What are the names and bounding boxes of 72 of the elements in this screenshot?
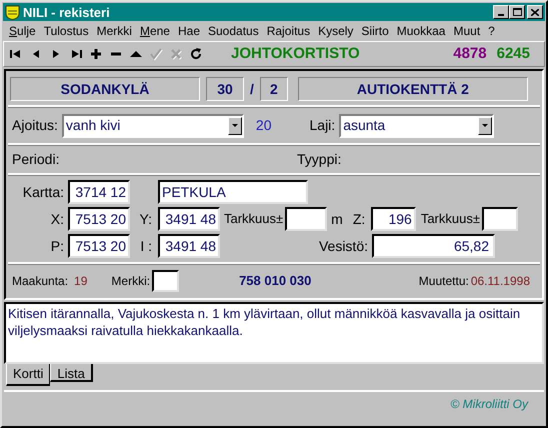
field-label: Periodi:: [12, 150, 60, 169]
close-button[interactable]: [527, 5, 543, 19]
refresh-icon: [188, 47, 202, 61]
municipality-field: SODANKYLÄ: [10, 77, 200, 101]
number-field: 30: [206, 77, 244, 101]
field-label: Merkki:: [111, 272, 150, 290]
map-sheet-field[interactable]: 3714 12: [68, 180, 130, 204]
menu-item[interactable]: Mene: [136, 25, 174, 37]
close-icon: [531, 8, 539, 16]
field-label: Maakunta:: [12, 272, 68, 290]
menu-item[interactable]: ?: [484, 25, 499, 37]
field-label: Laji:: [310, 116, 336, 135]
caret-icon: [232, 124, 238, 127]
menu-item[interactable]: Suodatus: [204, 25, 263, 37]
accuracy-field[interactable]: [482, 207, 518, 231]
sub-number-field: 2: [260, 77, 288, 101]
province-code: 19: [74, 272, 88, 290]
minimize-button[interactable]: [493, 5, 509, 19]
dating-code: 20: [256, 116, 272, 135]
record-count: 4878: [453, 44, 487, 64]
dating-dropdown[interactable]: vanh kivi: [62, 114, 244, 138]
cross-icon: [168, 47, 182, 61]
field-label: Vesistö:: [318, 236, 369, 256]
field-label: Kartta:: [22, 182, 65, 202]
i-coordinate-field[interactable]: 3491 48: [158, 234, 220, 258]
tab[interactable]: Kortti: [6, 364, 50, 386]
site-name-field: AUTIOKENTTÄ 2: [298, 77, 528, 101]
record-total: 6245: [496, 44, 530, 64]
field-label: X:: [50, 210, 65, 228]
tab[interactable]: Lista: [50, 364, 93, 382]
menu-item[interactable]: Merkki: [92, 25, 136, 37]
field-label: Tarkkuus±: [224, 210, 284, 228]
field-label: Tyyppi:: [297, 150, 342, 169]
menu-item[interactable]: Hae: [174, 25, 204, 37]
register-title: JOHTOKORTISTO: [231, 44, 360, 64]
water-system-field[interactable]: 65,82: [372, 234, 495, 258]
z-coordinate-field[interactable]: 196: [370, 207, 416, 231]
menu-item[interactable]: Sulje: [5, 25, 40, 37]
place-name-field[interactable]: PETKULA: [158, 180, 308, 204]
x-coordinate-field[interactable]: 7513 20: [68, 207, 130, 231]
p-coordinate-field[interactable]: 7513 20: [68, 234, 130, 258]
menu-item[interactable]: Tulostus: [40, 25, 93, 37]
field-label: I :: [139, 236, 153, 256]
shield-logo-icon: [5, 4, 20, 20]
refresh-button[interactable]: [188, 46, 203, 62]
field-label: Tarkkuus±: [420, 210, 480, 228]
plus-icon: [88, 47, 102, 61]
window-title: NILI - rekisteri: [23, 6, 110, 18]
plus-button[interactable]: [88, 46, 103, 62]
unit-label: m: [331, 210, 343, 228]
mark-field[interactable]: [152, 270, 180, 292]
menu-item[interactable]: Muokkaa: [392, 25, 450, 37]
field-label: Z:: [352, 210, 366, 228]
menu-item[interactable]: Siirto: [357, 25, 393, 37]
menu-item[interactable]: Rajoitus: [262, 25, 314, 37]
site-id: 758 010 030: [239, 272, 312, 290]
checkmark-icon: [148, 47, 162, 61]
y-coordinate-field[interactable]: 3491 48: [158, 207, 220, 231]
maximize-button[interactable]: [509, 5, 525, 19]
field-label: Y:: [138, 210, 153, 228]
menu-item[interactable]: Kysely: [314, 25, 358, 37]
menu-item[interactable]: Muut: [449, 25, 484, 37]
field-label: P:: [50, 236, 65, 256]
first-record-icon: [8, 47, 22, 61]
copyright-text: © Mikroliitti Oy: [450, 396, 528, 413]
caret-icon: [482, 124, 488, 127]
accuracy-field[interactable]: [285, 207, 328, 231]
field-label: Ajoitus:: [12, 116, 58, 135]
field-label: Muutettu:: [418, 272, 469, 290]
separator: /: [250, 80, 254, 98]
modified-date: 06.11.1998: [470, 272, 530, 290]
type-dropdown[interactable]: asunta: [339, 114, 494, 138]
